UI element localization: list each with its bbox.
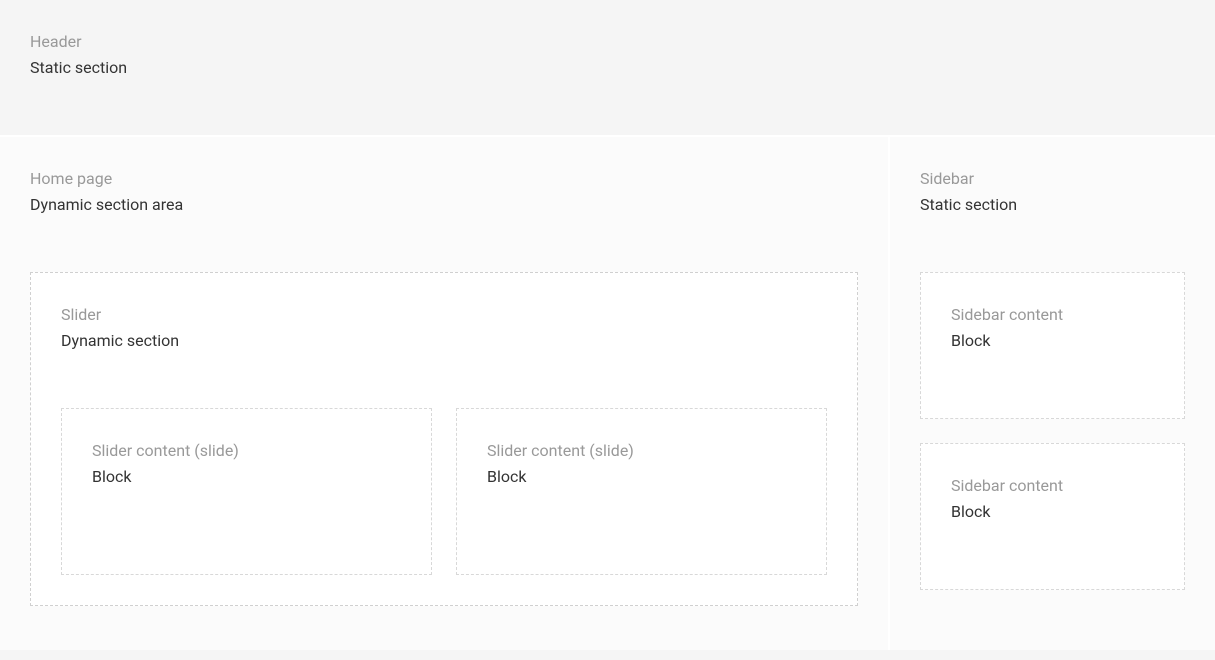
slide-desc: Block xyxy=(92,465,401,489)
content-row: Home page Dynamic section area Slider Dy… xyxy=(0,137,1215,650)
main-desc: Dynamic section area xyxy=(30,193,858,217)
slide-label: Slider content (slide) xyxy=(487,439,796,463)
sidebar-block-desc: Block xyxy=(951,500,1154,524)
slide-block: Slider content (slide) Block xyxy=(456,408,827,575)
sidebar-block: Sidebar content Block xyxy=(920,443,1185,590)
sidebar-label: Sidebar xyxy=(920,167,1185,191)
slide-desc: Block xyxy=(487,465,796,489)
sidebar-desc: Static section xyxy=(920,193,1185,217)
sidebar-block-desc: Block xyxy=(951,329,1154,353)
slide-label: Slider content (slide) xyxy=(92,439,401,463)
main-area: Home page Dynamic section area Slider Dy… xyxy=(0,137,890,650)
sidebar-block-label: Sidebar content xyxy=(951,474,1154,498)
slider-section: Slider Dynamic section Slider content (s… xyxy=(30,272,858,606)
sidebar-block-label: Sidebar content xyxy=(951,303,1154,327)
sidebar-area: Sidebar Static section Sidebar content B… xyxy=(890,137,1215,650)
header-section: Header Static section xyxy=(0,0,1215,137)
slide-block: Slider content (slide) Block xyxy=(61,408,432,575)
header-label: Header xyxy=(30,30,1185,54)
sidebar-block: Sidebar content Block xyxy=(920,272,1185,419)
main-label: Home page xyxy=(30,167,858,191)
slides-row: Slider content (slide) Block Slider cont… xyxy=(61,408,827,575)
slider-label: Slider xyxy=(61,303,827,327)
slider-desc: Dynamic section xyxy=(61,329,827,353)
sidebar-blocks: Sidebar content Block Sidebar content Bl… xyxy=(920,272,1185,590)
header-desc: Static section xyxy=(30,56,1185,80)
